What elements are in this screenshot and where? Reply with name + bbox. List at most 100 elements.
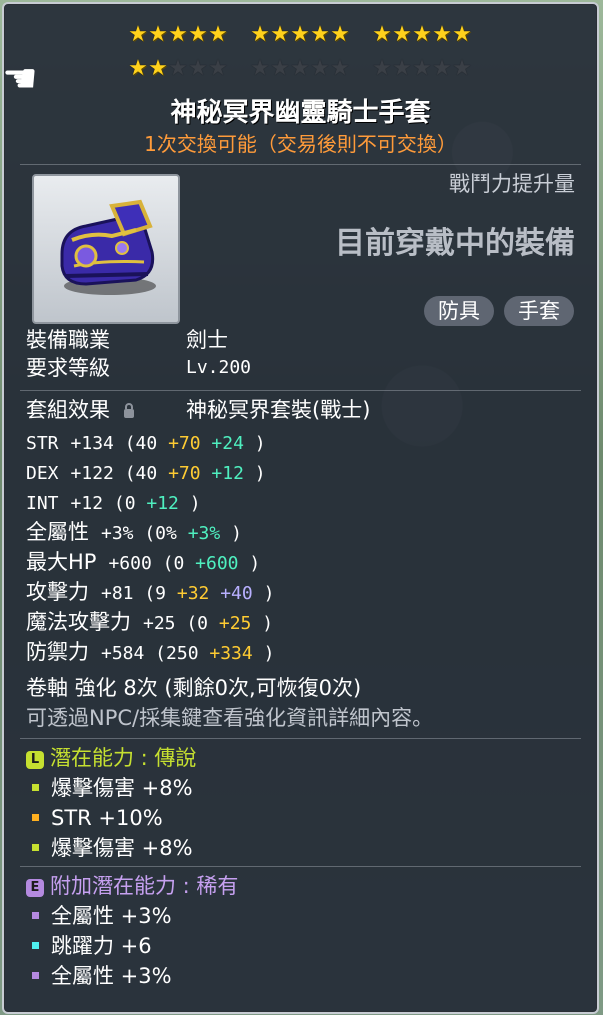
star-group: ★ ★ ★ ★ ★ [372,22,472,48]
potential-line-text: 跳躍力 +6 [51,934,152,958]
bullet-icon [32,912,39,919]
star-group: ★ ★ ★ ★ ★ [128,22,228,48]
divider [20,164,581,165]
stat-value: +134 (40 +70 +24 ) [70,433,266,454]
star-filled-icon: ★ [250,22,270,47]
stat-bonus: +70 [168,463,212,484]
star-group: ★ ★ ★ ★ ★ [250,56,350,82]
stat-label: 最大HP [26,550,97,574]
tag-armor: 防具 [424,296,494,326]
stat-label: 全屬性 [26,520,89,544]
star-filled-icon: ★ [148,22,168,47]
stat-bonus: +12 [146,493,190,514]
item-name: 神秘冥界幽靈騎士手套 [170,98,431,128]
star-empty-icon: ★ [188,56,208,81]
req-level-row: 要求等級 Lv.200 [26,354,251,382]
epic-badge-icon: E [26,879,44,897]
stat-bonus: +3% [187,523,232,544]
star-filled-icon: ★ [290,22,310,47]
potential-line: 全屬性 +3% [32,902,172,930]
star-empty-icon: ★ [452,56,472,81]
potential-line-text: 全屬性 +3% [51,964,172,988]
stat-label: 防禦力 [26,640,89,664]
starforce-row-2: ★ ★ ★ ★ ★ ★ ★ ★ ★ ★ ★ ★ ★ ★ ★ [128,56,494,82]
stat-value: +12 (0 +12 ) [70,493,201,514]
stat-label: INT [26,493,59,514]
potential-line-text: 爆擊傷害 +8% [51,836,193,860]
stat-row: 攻擊力 +81 (9 +32 +40 ) [26,578,274,608]
stat-label: 攻擊力 [26,580,89,604]
stat-row: 全屬性 +3% (0% +3% ) [26,518,242,548]
star-filled-icon: ★ [310,22,330,47]
stat-row: INT +12 (0 +12 ) [26,488,201,518]
star-filled-icon: ★ [128,22,148,47]
potential-line-text: 爆擊傷害 +8% [51,776,193,800]
req-job-label: 裝備職業 [26,328,110,352]
star-filled-icon: ★ [188,22,208,47]
stat-value: +584 (250 +334 ) [101,643,275,664]
divider [20,390,581,391]
stat-bonus: +12 [211,463,255,484]
stat-bonus: +32 [176,583,221,604]
stat-value: +81 (9 +32 +40 ) [101,583,275,604]
stat-row: 防禦力 +584 (250 +334 ) [26,638,274,668]
potential-header: L 潛在能力 : 傳說 [26,744,196,772]
bullet-icon [32,942,39,949]
req-level-label: 要求等級 [26,356,110,380]
star-filled-icon: ★ [412,22,432,47]
set-effect-row: 套組效果 神秘冥界套裝(戰士) [26,396,370,424]
star-filled-icon: ★ [168,22,188,47]
star-filled-icon: ★ [270,22,290,47]
star-filled-icon: ★ [208,22,228,47]
bullet-icon [32,844,39,851]
star-filled-icon: ★ [148,56,168,81]
lock-icon [123,403,134,418]
stat-row: STR +134 (40 +70 +24 ) [26,428,266,458]
bonus-potential-title: 附加潛在能力 : 稀有 [50,874,239,898]
potential-line-text: STR +10% [51,806,163,830]
scroll-hint-line: 可透過NPC/採集鍵查看強化資訊詳細內容。 [26,706,434,730]
divider [20,738,581,739]
star-filled-icon: ★ [452,22,472,47]
star-empty-icon: ★ [208,56,228,81]
stat-row: 最大HP +600 (0 +600 ) [26,548,260,578]
req-job-row: 裝備職業 劍士 [26,326,228,354]
stat-value: +600 (0 +600 ) [108,553,261,574]
star-group: ★ ★ ★ ★ ★ [372,56,472,82]
tag-gloves: 手套 [504,296,574,326]
potential-line: 爆擊傷害 +8% [32,834,193,862]
bullet-icon [32,784,39,791]
req-job-value: 劍士 [186,328,228,352]
starforce-row-1: ★ ★ ★ ★ ★ ★ ★ ★ ★ ★ ★ ★ ★ ★ ★ [128,22,494,48]
star-empty-icon: ★ [330,56,350,81]
star-filled-icon: ★ [392,22,412,47]
item-tooltip: ☚ ★ ★ ★ ★ ★ ★ ★ ★ ★ ★ ★ ★ ★ ★ ★ ★ ★ ★ ★ ★ ★ ★ ★ ★ ★ ★ ★ ★ ★ ★ 神秘冥界幽靈… [2,2,599,1014]
glove-item-icon [60,199,156,295]
item-icon-box [32,174,180,324]
star-empty-icon: ★ [392,56,412,81]
currently-equipped-label: 目前穿戴中的裝備 [335,226,575,261]
star-empty-icon: ★ [250,56,270,81]
potential-line-text: 全屬性 +3% [51,904,172,928]
stat-bonus: +334 [209,643,264,664]
scroll-upgrade-line: 卷軸 強化 8次 (剩餘0次,可恢復0次) [26,676,362,700]
divider [20,866,581,867]
stat-bonus: +40 [220,583,264,604]
star-empty-icon: ★ [412,56,432,81]
star-filled-icon: ★ [432,22,452,47]
req-level-value: Lv.200 [186,357,252,378]
star-empty-icon: ★ [270,56,290,81]
set-effect-value: 神秘冥界套裝(戰士) [186,398,371,422]
star-group: ★ ★ ★ ★ ★ [250,22,350,48]
legendary-badge-icon: L [26,751,44,769]
potential-title: 潛在能力 : 傳說 [50,746,197,770]
stat-value: +25 (0 +25 ) [143,613,274,634]
stat-label: DEX [26,463,59,484]
stat-row: DEX +122 (40 +70 +12 ) [26,458,266,488]
star-group: ★ ★ ★ ★ ★ [128,56,228,82]
stat-bonus: +70 [168,433,212,454]
stat-row: 魔法攻擊力 +25 (0 +25 ) [26,608,273,638]
bullet-icon [32,972,39,979]
stat-label: 魔法攻擊力 [26,610,131,634]
stat-bonus: +25 [218,613,263,634]
